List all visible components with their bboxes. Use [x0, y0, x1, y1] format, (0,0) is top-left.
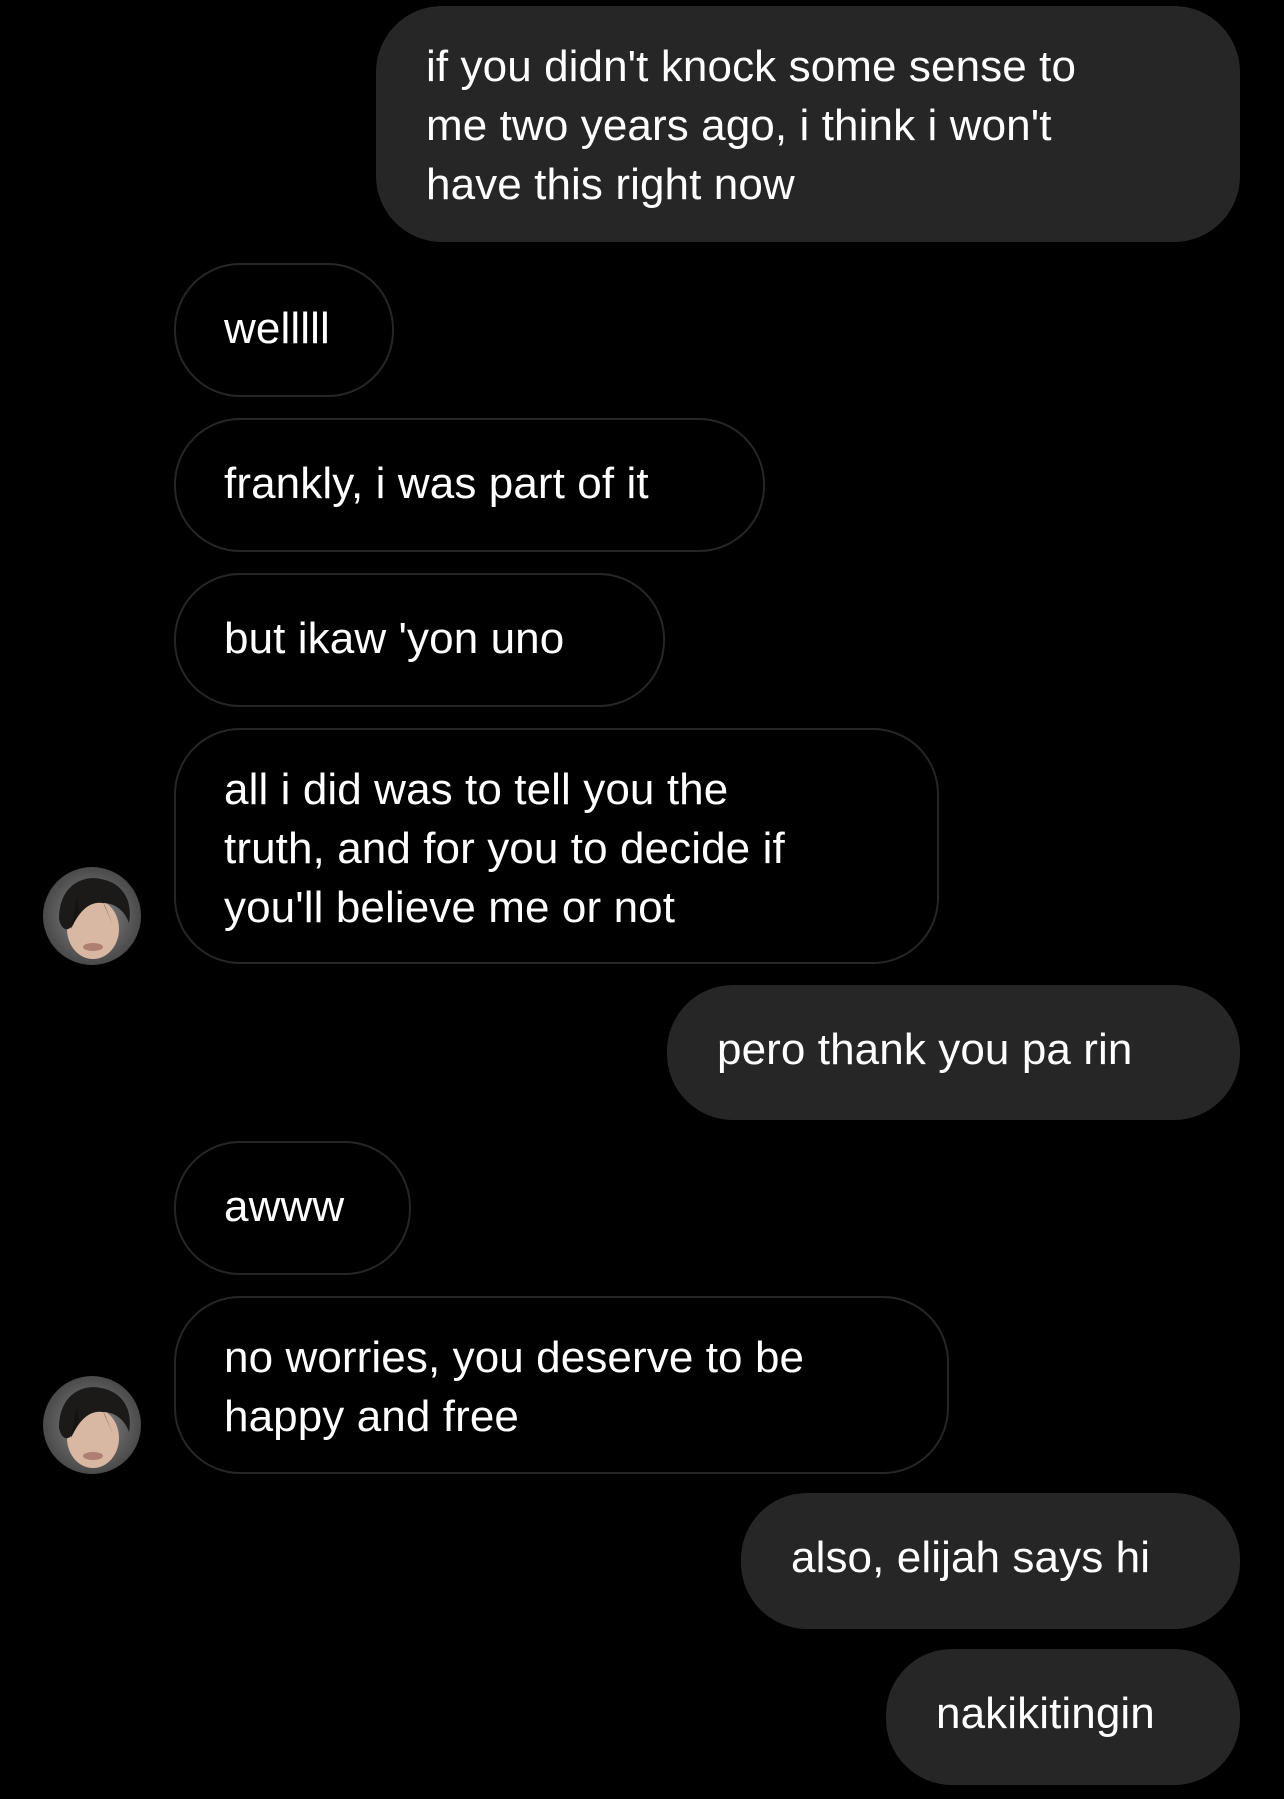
message-bubble-sent[interactable]: also, elijah says hi	[741, 1493, 1240, 1629]
message-bubble-received[interactable]: awww	[174, 1141, 411, 1275]
message-bubble-sent[interactable]: if you didn't knock some sense to me two…	[376, 6, 1240, 242]
avatar-photo-icon	[43, 1376, 141, 1474]
avatar[interactable]	[43, 1376, 141, 1474]
message-bubble-received[interactable]: no worries, you deserve to be happy and …	[174, 1296, 949, 1474]
message-bubble-sent[interactable]: pero thank you pa rin	[667, 985, 1240, 1120]
avatar[interactable]	[43, 867, 141, 965]
avatar-photo-icon	[43, 867, 141, 965]
message-bubble-received[interactable]: frankly, i was part of it	[174, 418, 765, 552]
message-bubble-received[interactable]: but ikaw 'yon uno	[174, 573, 665, 707]
message-bubble-sent[interactable]: nakikitingin	[886, 1649, 1240, 1785]
message-bubble-received[interactable]: welllll	[174, 263, 394, 397]
message-bubble-received[interactable]: all i did was to tell you the truth, and…	[174, 728, 939, 964]
